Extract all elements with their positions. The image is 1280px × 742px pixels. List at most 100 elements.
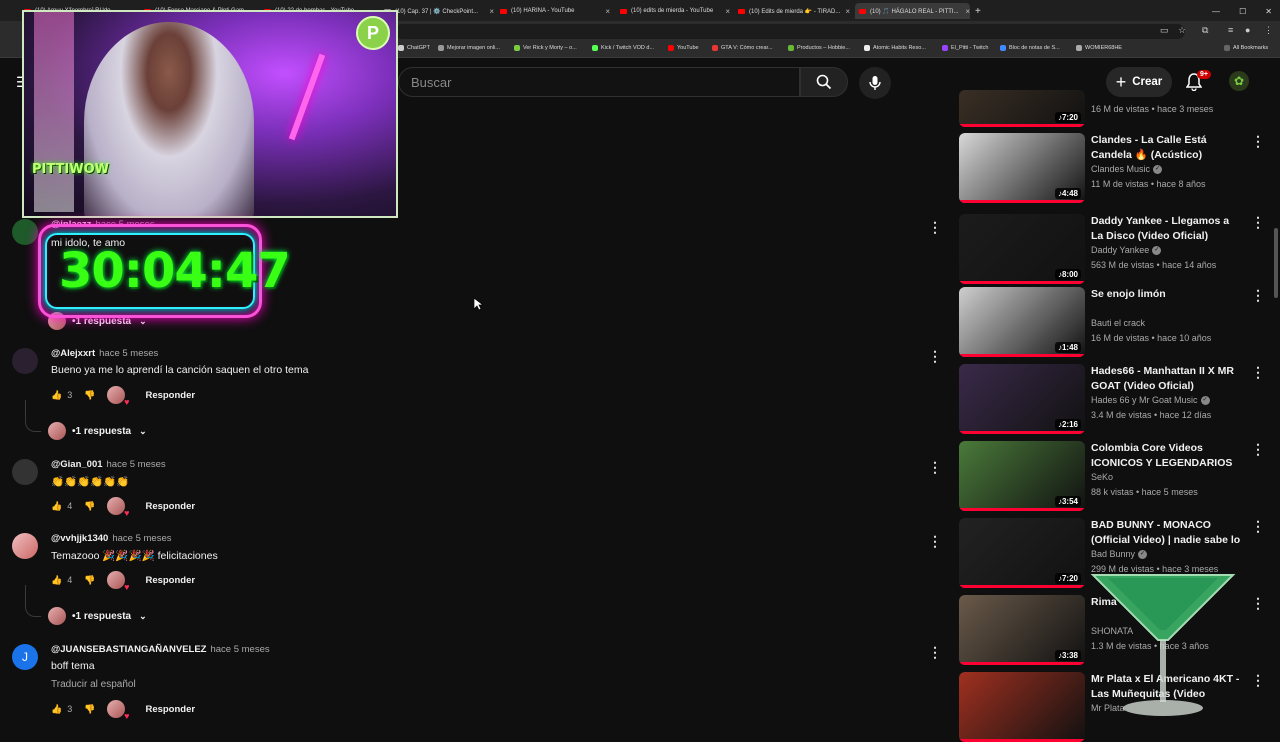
close-tab-icon[interactable]: × (605, 7, 610, 16)
url-field[interactable] (395, 24, 1185, 39)
like-icon[interactable]: 👍 (51, 704, 62, 715)
bookmark-item[interactable]: Kick / Twitch VOD d... (592, 45, 654, 51)
account-avatar[interactable]: ✿ (1229, 71, 1249, 91)
close-tab-icon[interactable]: × (725, 7, 730, 16)
commenter-avatar[interactable] (12, 459, 38, 485)
bookmark-item[interactable]: WOMIER68HE (1076, 45, 1122, 51)
video-channel[interactable]: Daddy Yankee ✓ (1091, 245, 1162, 256)
video-thumbnail[interactable]: 2:16 (959, 364, 1085, 434)
scrollbar[interactable] (1274, 228, 1278, 298)
related-video-item[interactable]: 8:00 Daddy Yankee - Llegamos a La Disco (… (959, 214, 1274, 284)
comment-author[interactable]: @Gian_001 (51, 459, 103, 470)
video-channel[interactable]: Bauti el crack (1091, 318, 1145, 328)
reply-button[interactable]: Responder (145, 575, 195, 586)
related-video-item[interactable]: 3:54 Colombia Core Videos ICONICOS Y LEGE… (959, 441, 1274, 511)
video-thumbnail[interactable]: 1:48 (959, 287, 1085, 357)
related-video-item[interactable]: 2:16 Hades66 - Manhattan II X MR GOAT (Vi… (959, 364, 1274, 434)
all-bookmarks[interactable]: All Bookmarks (1224, 45, 1268, 51)
bookmark-item[interactable]: Mejorar imagen onli... (438, 45, 500, 51)
dislike-icon[interactable]: 👎 (84, 501, 95, 512)
comment-more-icon[interactable]: ⋮ (928, 348, 942, 365)
video-more-icon[interactable]: ⋮ (1251, 672, 1265, 689)
new-tab-button[interactable]: + (975, 3, 987, 19)
dislike-icon[interactable]: 👎 (84, 575, 95, 586)
video-channel[interactable]: Hades 66 y Mr Goat Music ✓ (1091, 395, 1210, 406)
commenter-avatar[interactable] (12, 533, 38, 559)
cast-icon[interactable]: ▭ (1160, 25, 1169, 36)
close-tab-icon[interactable]: × (845, 7, 850, 16)
dislike-icon[interactable]: 👎 (84, 390, 95, 401)
browser-menu-icon[interactable]: ⋮ (1264, 25, 1273, 36)
comment-author[interactable]: @vvhjjk1340 (51, 533, 108, 544)
browser-tab[interactable]: (10) Edits de mierda 👉 - TIRAD... × (738, 3, 850, 19)
video-title[interactable]: Hades66 - Manhattan II X MR GOAT (Video … (1091, 364, 1243, 394)
window-controls[interactable]: — ☐ ✕ (1212, 3, 1272, 19)
video-thumbnail[interactable]: 3:38 (959, 595, 1085, 665)
video-title[interactable]: Colombia Core Videos ICONICOS Y LEGENDAR… (1091, 441, 1243, 471)
extensions-icon[interactable]: ⧉ (1202, 25, 1208, 36)
video-thumbnail[interactable]: 4:48 (959, 133, 1085, 203)
comment-more-icon[interactable]: ⋮ (928, 459, 942, 476)
replies-toggle[interactable]: • 1 respuesta ⌄ (48, 422, 147, 440)
comment-more-icon[interactable]: ⋮ (928, 644, 942, 661)
browser-tab[interactable]: (10) edits de mierda - YouTube × (620, 3, 730, 19)
bookmark-item[interactable]: Productos – Hobbie... (788, 45, 850, 51)
comment-more-icon[interactable]: ⋮ (928, 533, 942, 550)
video-thumbnail[interactable] (959, 672, 1085, 742)
bookmark-item[interactable]: El_Pitti - Twitch (942, 45, 989, 51)
browser-tab-active[interactable]: (10) 🎵 HÁGALO REAL - PITTI... × (855, 3, 970, 19)
search-button[interactable] (800, 67, 848, 97)
video-more-icon[interactable]: ⋮ (1251, 441, 1265, 458)
video-title[interactable]: Se enojo limón (1091, 287, 1243, 302)
bookmark-item[interactable]: Bloc de notas de S... (1000, 45, 1060, 51)
video-more-icon[interactable]: ⋮ (1251, 364, 1265, 381)
video-more-icon[interactable]: ⋮ (1251, 133, 1265, 150)
video-thumbnail[interactable]: 3:54 (959, 441, 1085, 511)
bookmark-item[interactable]: ChatGPT (398, 45, 430, 51)
bookmark-item[interactable]: YouTube (668, 45, 699, 51)
browser-tab[interactable]: (10) HARINA - YouTube × (500, 3, 610, 19)
bookmark-item[interactable]: GTA V: Cómo crear... (712, 45, 773, 51)
extension-icon[interactable]: ≡ (1228, 25, 1233, 35)
reply-button[interactable]: Responder (145, 390, 195, 401)
like-icon[interactable]: 👍 (51, 575, 62, 586)
video-thumbnail[interactable]: 7:20 (959, 90, 1085, 127)
video-title[interactable]: Clandes - La Calle Está Candela 🔥 (Acúst… (1091, 133, 1243, 163)
browser-tab[interactable]: (10) Cap. 37 | ⚙️ CheckPoint... × (384, 3, 494, 19)
search-input[interactable] (411, 75, 781, 90)
video-channel[interactable]: Clandes Music ✓ (1091, 164, 1163, 175)
minimize-icon[interactable]: — (1212, 7, 1220, 16)
commenter-avatar[interactable] (12, 348, 38, 374)
video-more-icon[interactable]: ⋮ (1251, 595, 1265, 612)
video-channel[interactable]: Bad Bunny ✓ (1091, 549, 1148, 560)
maximize-icon[interactable]: ☐ (1239, 7, 1246, 16)
video-title[interactable]: Daddy Yankee - Llegamos a La Disco (Vide… (1091, 214, 1243, 244)
dislike-icon[interactable]: 👎 (84, 704, 95, 715)
commenter-avatar[interactable]: J (12, 644, 38, 670)
related-video-item[interactable]: 4:48 Clandes - La Calle Está Candela 🔥 (A… (959, 133, 1274, 203)
comment-more-icon[interactable]: ⋮ (928, 219, 942, 236)
video-thumbnail[interactable]: 7:20 (959, 518, 1085, 588)
related-video-item[interactable]: 1:48 Se enojo limón Bauti el crack 16 M de … (959, 287, 1274, 357)
video-title[interactable]: BAD BUNNY - MONACO (Official Video) | na… (1091, 518, 1243, 548)
reply-button[interactable]: Responder (145, 501, 195, 512)
comment-author[interactable]: @JUANSEBASTIANGAÑANVELEZ (51, 644, 206, 655)
translate-link[interactable]: Traducir al español (51, 679, 136, 690)
voice-search-button[interactable] (859, 67, 891, 99)
bookmark-item[interactable]: Atomic Habits Reso... (864, 45, 926, 51)
bookmark-star-icon[interactable]: ☆ (1178, 25, 1186, 36)
commenter-avatar[interactable] (12, 219, 38, 245)
like-icon[interactable]: 👍 (51, 501, 62, 512)
bookmark-item[interactable]: Ver Rick y Morty – o... (514, 45, 577, 51)
close-tab-icon[interactable]: × (965, 7, 970, 16)
video-more-icon[interactable]: ⋮ (1251, 518, 1265, 535)
comment-author[interactable]: @Alejxxrt (51, 348, 95, 359)
video-channel[interactable]: SeKo (1091, 472, 1113, 482)
reply-button[interactable]: Responder (145, 704, 195, 715)
close-tab-icon[interactable]: × (489, 7, 494, 16)
profile-avatar-icon[interactable]: ● (1245, 25, 1250, 35)
replies-toggle[interactable]: • 1 respuesta ⌄ (48, 607, 147, 625)
video-thumbnail[interactable]: 8:00 (959, 214, 1085, 284)
video-more-icon[interactable]: ⋮ (1251, 287, 1265, 304)
close-icon[interactable]: ✕ (1265, 7, 1272, 16)
